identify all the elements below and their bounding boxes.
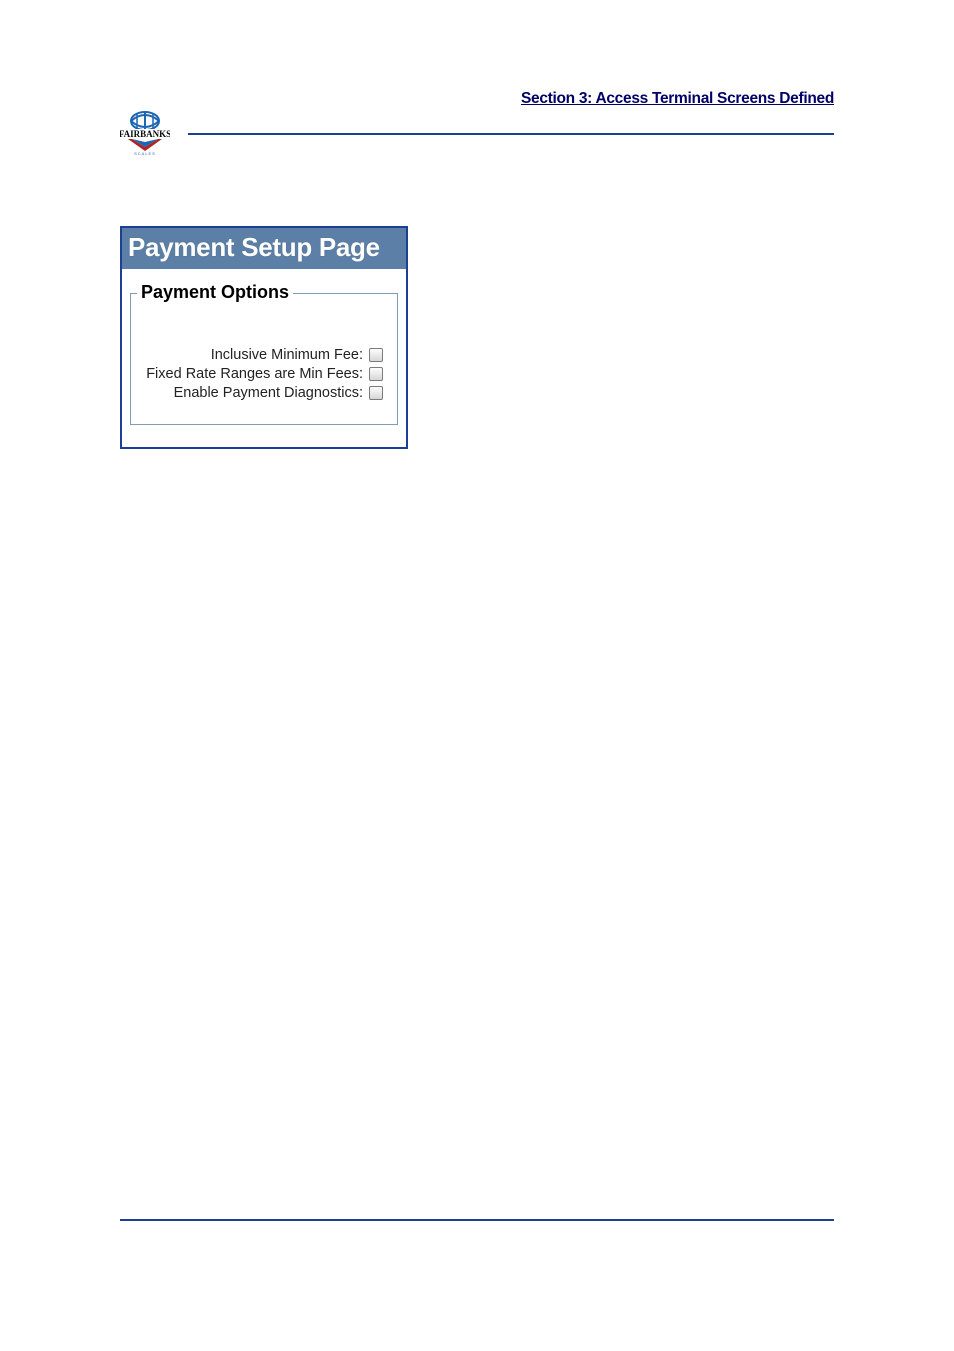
panel-title: Payment Setup Page bbox=[122, 228, 406, 269]
section-title: Section 3: Access Terminal Screens Defin… bbox=[521, 90, 834, 108]
page-header: FAIRBANKS SCALES Section 3: Access Termi… bbox=[120, 108, 834, 158]
option-label: Fixed Rate Ranges are Min Fees: bbox=[146, 366, 363, 382]
option-label: Inclusive Minimum Fee: bbox=[211, 347, 363, 363]
checkbox-enable-diagnostics[interactable] bbox=[369, 386, 383, 400]
option-row-fixed-rate-ranges: Fixed Rate Ranges are Min Fees: bbox=[141, 366, 387, 382]
payment-options-fieldset: Payment Options Inclusive Minimum Fee: F… bbox=[130, 293, 398, 425]
option-row-inclusive-minimum-fee: Inclusive Minimum Fee: bbox=[141, 347, 387, 363]
option-row-enable-diagnostics: Enable Payment Diagnostics: bbox=[141, 385, 387, 401]
footer-rule bbox=[120, 1219, 834, 1221]
logo-text: FAIRBANKS bbox=[120, 129, 170, 139]
document-page: FAIRBANKS SCALES Section 3: Access Termi… bbox=[0, 0, 954, 1351]
fieldset-legend: Payment Options bbox=[137, 282, 293, 303]
payment-setup-panel: Payment Setup Page Payment Options Inclu… bbox=[120, 226, 408, 449]
header-rule bbox=[188, 133, 834, 135]
checkbox-inclusive-minimum-fee[interactable] bbox=[369, 348, 383, 362]
panel-body: Payment Options Inclusive Minimum Fee: F… bbox=[122, 269, 406, 447]
logo-subtext: SCALES bbox=[134, 151, 156, 156]
option-label: Enable Payment Diagnostics: bbox=[174, 385, 363, 401]
checkbox-fixed-rate-ranges[interactable] bbox=[369, 367, 383, 381]
fairbanks-logo: FAIRBANKS SCALES bbox=[120, 109, 170, 157]
